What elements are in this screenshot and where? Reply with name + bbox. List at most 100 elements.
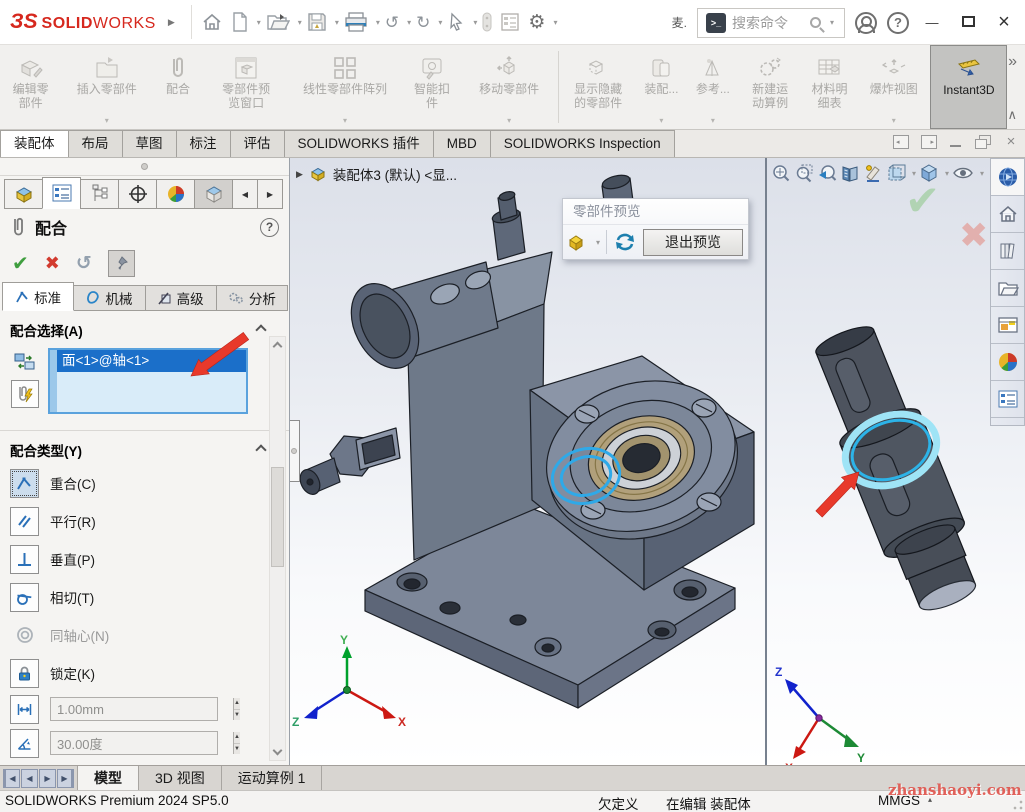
tab-mbd[interactable]: MBD bbox=[433, 130, 491, 157]
command-search[interactable]: >_ ▾ bbox=[697, 8, 845, 38]
window-close-button[interactable]: × bbox=[991, 11, 1017, 34]
mate-type-tangent[interactable]: 相切(T) bbox=[0, 578, 289, 616]
view-orientation-icon[interactable] bbox=[886, 163, 906, 183]
preview-viewport[interactable]: ▾ ▾ ▾ ✔ ✖ bbox=[765, 158, 1025, 765]
part-icon[interactable] bbox=[567, 232, 589, 252]
mate-selections-listbox[interactable]: 面<1>@轴<1> bbox=[48, 348, 248, 414]
mate-type-parallel[interactable]: 平行(R) bbox=[0, 502, 289, 540]
custom-properties-tab[interactable] bbox=[991, 381, 1024, 418]
select-caret[interactable]: ▾ bbox=[473, 18, 477, 27]
mate-selections-header[interactable]: 配合选择(A) bbox=[0, 311, 289, 344]
window-maximize-button[interactable] bbox=[955, 14, 981, 32]
collapsed-panel-tab[interactable] bbox=[290, 420, 300, 482]
cancel-button[interactable]: ✖ bbox=[45, 253, 60, 274]
previous-view-icon[interactable] bbox=[817, 163, 837, 183]
scroll-thumb[interactable] bbox=[271, 467, 284, 567]
tangent-icon[interactable] bbox=[10, 583, 39, 612]
display-manager-tab[interactable] bbox=[156, 179, 195, 209]
appearances-tab[interactable] bbox=[991, 344, 1024, 381]
mode-tab-mechanical[interactable]: 机械 bbox=[73, 285, 145, 311]
property-manager-tab[interactable] bbox=[42, 177, 81, 209]
tab-evaluate[interactable]: 评估 bbox=[230, 130, 285, 157]
design-library-tab[interactable] bbox=[991, 233, 1024, 270]
view-palette-tab[interactable] bbox=[991, 307, 1024, 344]
open-icon[interactable] bbox=[263, 7, 293, 37]
multiple-mate-mode-button[interactable] bbox=[11, 380, 39, 408]
resize-grip[interactable] bbox=[1013, 800, 1023, 810]
manager-tab-scroll-left[interactable]: ◀ bbox=[232, 179, 258, 209]
distance-icon[interactable] bbox=[10, 695, 39, 724]
home-icon[interactable] bbox=[198, 7, 226, 37]
main-viewport[interactable]: Y X Z ▶ 装配体3 (默认) <显... 零部件预览 ▾ 退出预览 bbox=[290, 158, 765, 765]
pm-scrollbar[interactable] bbox=[269, 336, 286, 761]
pane-close-icon[interactable]: × bbox=[1003, 135, 1019, 149]
new-document-caret[interactable]: ▾ bbox=[257, 18, 261, 27]
lock-icon[interactable] bbox=[10, 659, 39, 688]
3d-views-tab[interactable]: 3D 视图 bbox=[139, 766, 222, 790]
search-caret[interactable]: ▾ bbox=[830, 18, 834, 27]
reject-preview-icon[interactable]: ✖ bbox=[959, 216, 988, 256]
help-icon[interactable]: ? bbox=[887, 12, 909, 34]
search-input[interactable] bbox=[732, 15, 804, 31]
zoom-area-icon[interactable] bbox=[794, 163, 814, 183]
tab-addins[interactable]: SOLIDWORKS 插件 bbox=[284, 130, 434, 157]
mate-type-perpendicular[interactable]: 垂直(P) bbox=[0, 540, 289, 578]
tab-layout[interactable]: 布局 bbox=[68, 130, 123, 157]
configuration-manager-tab[interactable] bbox=[80, 179, 119, 209]
hide-show-items-icon[interactable] bbox=[952, 163, 974, 183]
angle-icon[interactable] bbox=[10, 729, 39, 758]
save-icon[interactable] bbox=[304, 7, 330, 37]
exit-preview-button[interactable]: 退出预览 bbox=[643, 229, 743, 256]
panel-splitter[interactable] bbox=[0, 158, 289, 176]
instant3d-button[interactable]: Instant3D bbox=[930, 45, 1007, 129]
last-tab-button[interactable]: ▶ bbox=[57, 769, 74, 788]
display-style-caret[interactable]: ▾ bbox=[945, 169, 949, 178]
mate-type-lock[interactable]: 锁定(K) bbox=[0, 654, 289, 692]
feature-tree-flyout[interactable]: ▶ 装配体3 (默认) <显... bbox=[296, 164, 457, 184]
print-icon[interactable] bbox=[341, 7, 371, 37]
parallel-icon[interactable] bbox=[10, 507, 39, 536]
print-caret[interactable]: ▾ bbox=[376, 18, 380, 27]
mate-types-header[interactable]: 配合类型(Y) bbox=[0, 431, 289, 464]
scroll-up-icon[interactable] bbox=[273, 342, 283, 352]
file-explorer-tab[interactable] bbox=[991, 270, 1024, 307]
part-caret[interactable]: ▾ bbox=[596, 238, 600, 247]
settings-caret[interactable]: ▾ bbox=[553, 18, 557, 27]
coincident-icon[interactable] bbox=[10, 469, 39, 498]
pane-left-icon[interactable]: ◂ bbox=[893, 135, 909, 149]
collapse-chevron-icon[interactable] bbox=[255, 444, 266, 455]
pm-help-icon[interactable]: ? bbox=[260, 218, 279, 237]
ok-button[interactable]: ✔ bbox=[12, 251, 29, 276]
undo-caret[interactable]: ▾ bbox=[407, 18, 411, 27]
collapse-chevron-icon[interactable] bbox=[255, 324, 266, 335]
motion-study-tab[interactable]: 运动算例 1 bbox=[222, 766, 323, 790]
tab-assembly[interactable]: 装配体 bbox=[0, 130, 69, 157]
tab-inspection[interactable]: SOLIDWORKS Inspection bbox=[490, 130, 675, 157]
assembly-node-label[interactable]: 装配体3 (默认) <显... bbox=[333, 164, 457, 184]
pane-restore-icon[interactable] bbox=[975, 135, 991, 149]
mode-tab-analysis[interactable]: 分析 bbox=[216, 285, 288, 311]
select-cursor-icon[interactable] bbox=[444, 7, 468, 37]
save-caret[interactable]: ▾ bbox=[335, 18, 339, 27]
ribbon-collapse-icon[interactable]: ∧ bbox=[1007, 107, 1017, 123]
distance-spinner[interactable]: ▲ ▼ bbox=[233, 698, 240, 720]
section-view-icon[interactable] bbox=[840, 163, 860, 183]
manager-tab-scroll-right[interactable]: ▶ bbox=[257, 179, 283, 209]
keep-visible-pin-button[interactable] bbox=[108, 250, 135, 277]
new-document-icon[interactable] bbox=[228, 7, 252, 37]
dimxpert-manager-tab[interactable] bbox=[118, 179, 157, 209]
tree-expand-icon[interactable]: ▶ bbox=[296, 169, 303, 180]
feature-manager-tab[interactable] bbox=[4, 179, 43, 209]
hide-show-caret[interactable]: ▾ bbox=[980, 169, 984, 178]
properties-icon[interactable] bbox=[497, 7, 523, 37]
open-caret[interactable]: ▾ bbox=[298, 18, 302, 27]
resources-tab[interactable] bbox=[991, 159, 1024, 196]
model-tab[interactable]: 模型 bbox=[77, 766, 139, 790]
cam-manager-tab[interactable] bbox=[194, 179, 233, 209]
next-tab-button[interactable]: ▶ bbox=[39, 769, 56, 788]
search-icon[interactable] bbox=[810, 17, 821, 28]
menu-flyout-icon[interactable]: ▶ bbox=[168, 17, 175, 28]
mode-tab-advanced[interactable]: 高级 bbox=[145, 285, 217, 311]
undo-icon[interactable]: ↺ bbox=[382, 7, 402, 37]
pane-right-icon[interactable]: ▸ bbox=[921, 135, 937, 149]
